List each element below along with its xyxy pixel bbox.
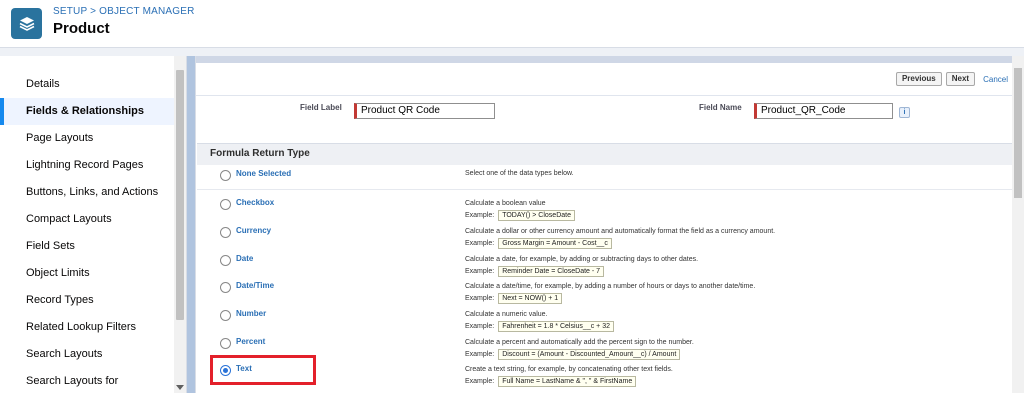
example-code: Fahrenheit = 1.8 * Celsius__c + 32 (498, 321, 614, 332)
example-code: Discount = (Amount - Discounted_Amount__… (498, 349, 681, 360)
example-prefix: Example: (465, 378, 495, 385)
option-number: Number Calculate a numeric value. Exampl… (197, 309, 1024, 338)
option-checkbox: Checkbox Calculate a boolean value Examp… (197, 198, 1024, 227)
row-separator (197, 189, 1024, 190)
example-code: Gross Margin = Amount - Cost__c (498, 238, 612, 249)
example-code: TODAY() > CloseDate (498, 210, 575, 221)
option-description: Calculate a boolean value (465, 200, 546, 207)
option-text: Text Create a text string, for example, … (197, 364, 1024, 393)
breadcrumb[interactable]: SETUP > OBJECT MANAGER (53, 6, 195, 17)
option-example: Example: Full Name = LastName & ", " & F… (465, 376, 637, 387)
page-scroll-thumb[interactable] (1014, 68, 1022, 198)
radio-percent[interactable] (220, 338, 231, 349)
option-label[interactable]: Currency (236, 226, 271, 235)
example-code: Full Name = LastName & ", " & FirstName (498, 376, 637, 387)
option-description: Calculate a date, for example, by adding… (465, 256, 699, 263)
sidebar-item-compact-layouts[interactable]: Compact Layouts (0, 206, 174, 233)
radio-checkbox[interactable] (220, 199, 231, 210)
page-header: SETUP > OBJECT MANAGER Product (0, 0, 1024, 48)
sidebar-item-record-types[interactable]: Record Types (0, 287, 174, 314)
option-percent: Percent Calculate a percent and automati… (197, 337, 1024, 366)
option-description: Calculate a percent and automatically ad… (465, 339, 694, 346)
option-label[interactable]: Percent (236, 337, 265, 346)
example-code: Reminder Date = CloseDate - 7 (498, 266, 605, 277)
sidebar-item-related-lookup-filters[interactable]: Related Lookup Filters (0, 314, 174, 341)
example-prefix: Example: (465, 295, 495, 302)
sidebar-item-details[interactable]: Details (0, 71, 174, 98)
example-code: Next = NOW() + 1 (498, 293, 563, 304)
option-example: Example: Discount = (Amount - Discounted… (465, 349, 681, 360)
option-description: Calculate a numeric value. (465, 311, 548, 318)
option-example: Example: Gross Margin = Amount - Cost__c (465, 238, 612, 249)
sidebar-item-search-layouts[interactable]: Search Layouts (0, 341, 174, 368)
field-label-label: Field Label (300, 103, 342, 112)
header-gap (0, 48, 1024, 56)
option-label[interactable]: Checkbox (236, 198, 274, 207)
option-label[interactable]: None Selected (236, 169, 291, 178)
wizard-buttons: Previous Next Cancel (895, 72, 1008, 86)
option-description: Create a text string, for example, by co… (465, 366, 673, 373)
field-name-input[interactable]: Product_QR_Code (754, 103, 893, 119)
sidebar-scrollbar[interactable] (174, 56, 186, 393)
option-label[interactable]: Date/Time (236, 281, 274, 290)
radio-number[interactable] (220, 310, 231, 321)
page-title: Product (53, 20, 110, 37)
option-example: Example: Next = NOW() + 1 (465, 293, 563, 304)
field-name-label: Field Name (699, 103, 742, 112)
option-description: Calculate a date/time, for example, by a… (465, 283, 756, 290)
example-prefix: Example: (465, 351, 495, 358)
option-datetime: Date/Time Calculate a date/time, for exa… (197, 281, 1024, 310)
radio-currency[interactable] (220, 227, 231, 238)
sidebar-item-field-sets[interactable]: Field Sets (0, 233, 174, 260)
option-date: Date Calculate a date, for example, by a… (197, 254, 1024, 283)
radio-datetime[interactable] (220, 282, 231, 293)
main-panel: Previous Next Cancel Field Label Product… (195, 56, 1024, 393)
option-example: Example: TODAY() > CloseDate (465, 210, 575, 221)
example-prefix: Example: (465, 212, 495, 219)
layers-icon (11, 8, 42, 39)
option-example: Example: Reminder Date = CloseDate - 7 (465, 266, 605, 277)
sidebar-item-page-layouts[interactable]: Page Layouts (0, 125, 174, 152)
next-button[interactable]: Next (945, 72, 976, 86)
radio-none-selected[interactable] (220, 170, 231, 181)
page-scrollbar[interactable] (1012, 56, 1024, 393)
example-prefix: Example: (465, 268, 495, 275)
example-prefix: Example: (465, 240, 495, 247)
option-label[interactable]: Number (236, 309, 266, 318)
sidebar-item-fields-relationships[interactable]: Fields & Relationships (0, 98, 174, 125)
field-label-input[interactable]: Product QR Code (354, 103, 495, 119)
info-icon[interactable]: i (899, 107, 910, 118)
sidebar-item-buttons-links-actions[interactable]: Buttons, Links, and Actions (0, 179, 174, 206)
option-currency: Currency Calculate a dollar or other cur… (197, 226, 1024, 255)
previous-button[interactable]: Previous (895, 72, 942, 86)
divider (196, 95, 1024, 96)
example-prefix: Example: (465, 323, 495, 330)
option-example: Example: Fahrenheit = 1.8 * Celsius__c +… (465, 321, 614, 332)
main-top-bar (196, 56, 1024, 63)
sidebar-item-search-layouts-for[interactable]: Search Layouts for (0, 368, 174, 393)
highlight-annotation (210, 355, 316, 385)
sidebar-item-object-limits[interactable]: Object Limits (0, 260, 174, 287)
sidebar-scroll-thumb[interactable] (176, 70, 184, 320)
section-formula-return-type: Formula Return Type (197, 143, 1024, 165)
sidebar: Details Fields & Relationships Page Layo… (0, 56, 187, 393)
option-description: Calculate a dollar or other currency amo… (465, 228, 776, 235)
cancel-link[interactable]: Cancel (983, 75, 1008, 84)
radio-date[interactable] (220, 255, 231, 266)
option-label[interactable]: Date (236, 254, 253, 263)
option-none-selected: None Selected Select one of the data typ… (197, 169, 1024, 198)
scroll-down-arrow-icon[interactable] (176, 385, 184, 390)
option-description: Select one of the data types below. (465, 170, 574, 177)
sidebar-item-lightning-record-pages[interactable]: Lightning Record Pages (0, 152, 174, 179)
